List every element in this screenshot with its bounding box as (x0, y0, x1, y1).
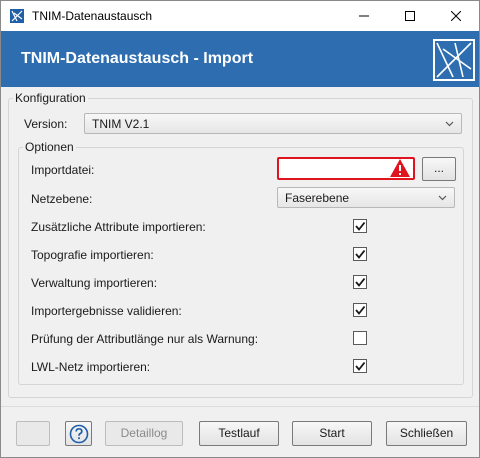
start-button[interactable]: Start (292, 421, 372, 446)
minimize-button[interactable] (341, 1, 387, 31)
checkmark-icon (355, 249, 365, 259)
checkmark-icon (355, 277, 365, 287)
maximize-icon (405, 11, 415, 21)
netzebene-value: Faserebene (285, 191, 350, 205)
konfiguration-legend: Konfiguration (13, 91, 88, 105)
schliessen-button[interactable]: Schließen (386, 421, 467, 446)
chevron-down-icon (438, 195, 447, 201)
tnim-app-icon (10, 9, 24, 23)
netzebene-label: Netzebene: (31, 192, 93, 206)
checkbox-label-lwl-netz: LWL-Netz importieren: (31, 360, 151, 374)
netzebene-select[interactable]: Faserebene (277, 187, 455, 208)
footer-divider (1, 406, 479, 407)
warning-icon (390, 159, 410, 177)
checkbox-label-validieren: Importergebnisse validieren: (31, 304, 182, 318)
help-button[interactable] (65, 421, 92, 446)
checkmark-icon (355, 361, 365, 371)
version-value: TNIM V2.1 (92, 117, 150, 131)
tnim-logo (433, 39, 475, 81)
browse-button[interactable]: ... (422, 157, 456, 181)
checkbox-validieren[interactable] (353, 303, 367, 317)
checkbox-label-verwaltung: Verwaltung importieren: (31, 276, 158, 290)
maximize-button[interactable] (387, 1, 433, 31)
close-window-button[interactable] (433, 1, 479, 31)
banner-title: TNIM-Datenaustausch - Import (21, 50, 254, 67)
checkbox-label-topografie: Topografie importieren: (31, 248, 154, 262)
optionen-group: Optionen (18, 140, 464, 385)
help-icon (69, 424, 89, 444)
detaillog-button[interactable]: Detaillog (105, 421, 183, 446)
version-label: Version: (24, 117, 68, 131)
checkbox-label-zusaetzliche-attribute: Zusätzliche Attribute importieren: (31, 220, 206, 234)
checkbox-label-attributlaenge: Prüfung der Attributlänge nur als Warnun… (31, 332, 259, 346)
version-select[interactable]: TNIM V2.1 (84, 113, 462, 134)
checkbox-verwaltung[interactable] (353, 275, 367, 289)
checkbox-attributlaenge[interactable] (353, 331, 367, 345)
window-title: TNIM-Datenaustausch (32, 9, 153, 23)
header-banner: TNIM-Datenaustausch - Import (1, 31, 479, 87)
testlauf-button[interactable]: Testlauf (199, 421, 279, 446)
checkbox-zusaetzliche-attribute[interactable] (353, 219, 367, 233)
checkbox-lwl-netz[interactable] (353, 359, 367, 373)
title-bar[interactable]: TNIM-Datenaustausch (1, 1, 479, 31)
chevron-down-icon (445, 121, 454, 127)
checkmark-icon (355, 221, 365, 231)
blank-button[interactable] (16, 421, 50, 446)
checkbox-topografie[interactable] (353, 247, 367, 261)
checkmark-icon (355, 305, 365, 315)
minimize-icon (359, 15, 369, 17)
close-icon (451, 11, 461, 21)
import-dialog: TNIM-Datenaustausch TNIM-Datenaustausch … (0, 0, 480, 458)
importdatei-label: Importdatei: (31, 163, 95, 177)
optionen-legend: Optionen (23, 140, 76, 154)
